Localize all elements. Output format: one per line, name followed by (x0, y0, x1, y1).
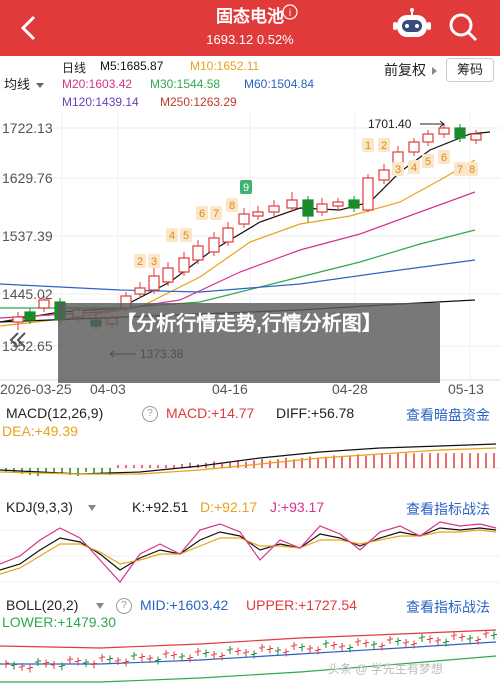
caret-down-icon[interactable] (88, 505, 96, 511)
candle-body (316, 203, 328, 213)
indicator-type-label: 均线 (4, 77, 31, 92)
period-label: 日线 (62, 61, 87, 75)
k-value: K:+92.51 (132, 499, 189, 515)
sequence-label: 6 (199, 208, 205, 220)
candle-body (148, 275, 160, 291)
candle-body (302, 199, 314, 217)
sequence-label: 7 (457, 164, 463, 176)
moving-average-line (0, 259, 476, 293)
candle-body (268, 205, 280, 213)
sequence-label: 3 (151, 256, 157, 268)
price-tick-label: 1445.02 (2, 286, 53, 302)
j-line (0, 521, 497, 583)
sequence-label: 7 (213, 208, 219, 220)
sequence-label: 2 (137, 256, 143, 268)
candle-body (438, 127, 450, 135)
overlay-title: 【分析行情走势,行情分析图】 (116, 313, 382, 335)
candle-body (422, 133, 434, 143)
info-icon[interactable]: i (282, 4, 298, 20)
sequence-label: 1 (365, 140, 371, 152)
candle-body (192, 245, 204, 261)
ma5-value: M5:1685.87 (100, 59, 164, 73)
candle-body (238, 213, 250, 225)
macd-chart (0, 443, 500, 476)
sequence-label: 4 (169, 230, 175, 242)
sequence-label: 3 (395, 164, 401, 176)
candle-body (12, 316, 24, 323)
price-tick-label: 1537.39 (2, 228, 53, 244)
ma60-value: M60:1504.84 (244, 77, 315, 91)
sequence-label: 8 (469, 164, 475, 176)
search-icon[interactable] (446, 10, 480, 44)
ma30-value: M30:1544.58 (150, 77, 221, 91)
collapse-double-left-icon[interactable] (6, 330, 30, 350)
high-price-label: 1701.40 (368, 117, 412, 131)
indicator-type-select[interactable]: 均线 (4, 74, 45, 93)
top-header: 固态电池 i 1693.12 0.52% (0, 0, 500, 56)
chip-button[interactable]: 筹码 (446, 58, 494, 82)
candle-body (408, 141, 420, 153)
candle-body (134, 287, 146, 295)
d-value: D:+92.17 (200, 499, 258, 515)
svg-text:i: i (289, 8, 291, 19)
diff-value: DIFF:+56.78 (276, 405, 355, 421)
kdj-name[interactable]: KDJ(9,3,3) (6, 499, 73, 515)
boll-chart (0, 629, 497, 683)
moving-average-line (0, 159, 476, 327)
sequence-label: 9 (243, 182, 249, 194)
price-tick-label: 1629.76 (2, 170, 53, 186)
candle-body (208, 237, 220, 253)
j-value: J:+93.17 (270, 499, 325, 515)
robot-assistant-icon[interactable] (392, 8, 432, 42)
ma10-value: M10:1652.11 (190, 59, 260, 73)
ma120-value: M120:1439.14 (62, 95, 139, 109)
candle-body (362, 177, 374, 211)
macd-name[interactable]: MACD(12,26,9) (6, 405, 103, 421)
adjust-select[interactable]: 前复权 (384, 60, 437, 80)
dea-value: DEA:+49.39 (2, 423, 78, 439)
chevron-down-icon (36, 83, 45, 89)
candle-body (332, 201, 344, 207)
candle-body (222, 227, 234, 243)
price-tick-label: 1722.13 (2, 120, 53, 136)
candle-body (286, 199, 298, 209)
sequence-label: 4 (411, 162, 417, 174)
sequence-label: 8 (229, 200, 235, 212)
ma-legend-bar: 均线 日线 M5:1685.87 M10:1652.11 M20:1603.42… (0, 56, 500, 112)
ma20-value: M20:1603.42 (62, 77, 133, 91)
candle-body (378, 169, 390, 181)
kdj-strategy-link[interactable]: 查看指标战法 (406, 499, 490, 519)
adjust-label: 前复权 (384, 62, 426, 78)
date-tick-label: 05-13 (448, 381, 484, 394)
watermark: 头条 @ 学先生有梦想 (328, 662, 443, 676)
candle-body (470, 133, 482, 141)
kdj-chart (0, 521, 500, 583)
ma250-value: M250:1263.29 (160, 95, 237, 109)
article-title-overlay: 【分析行情走势,行情分析图】 (58, 303, 440, 383)
kdj-header: KDJ(9,3,3) K:+92.51 D:+92.17 J:+93.17 查看… (0, 496, 500, 520)
sequence-label: 5 (183, 230, 189, 242)
candle-body (24, 311, 36, 321)
candle-body (454, 127, 466, 139)
sequence-label: 5 (425, 156, 431, 168)
candle-body (348, 199, 360, 209)
candle-body (178, 257, 190, 273)
candle-body (162, 267, 174, 283)
candle-body (252, 211, 264, 217)
sequence-label: 2 (381, 140, 387, 152)
chevron-right-icon (432, 67, 437, 75)
caret-down-icon[interactable] (96, 603, 104, 609)
macd-value: MACD:+14.77 (166, 405, 255, 421)
sequence-label: 6 (441, 152, 447, 164)
d-line (0, 529, 497, 575)
